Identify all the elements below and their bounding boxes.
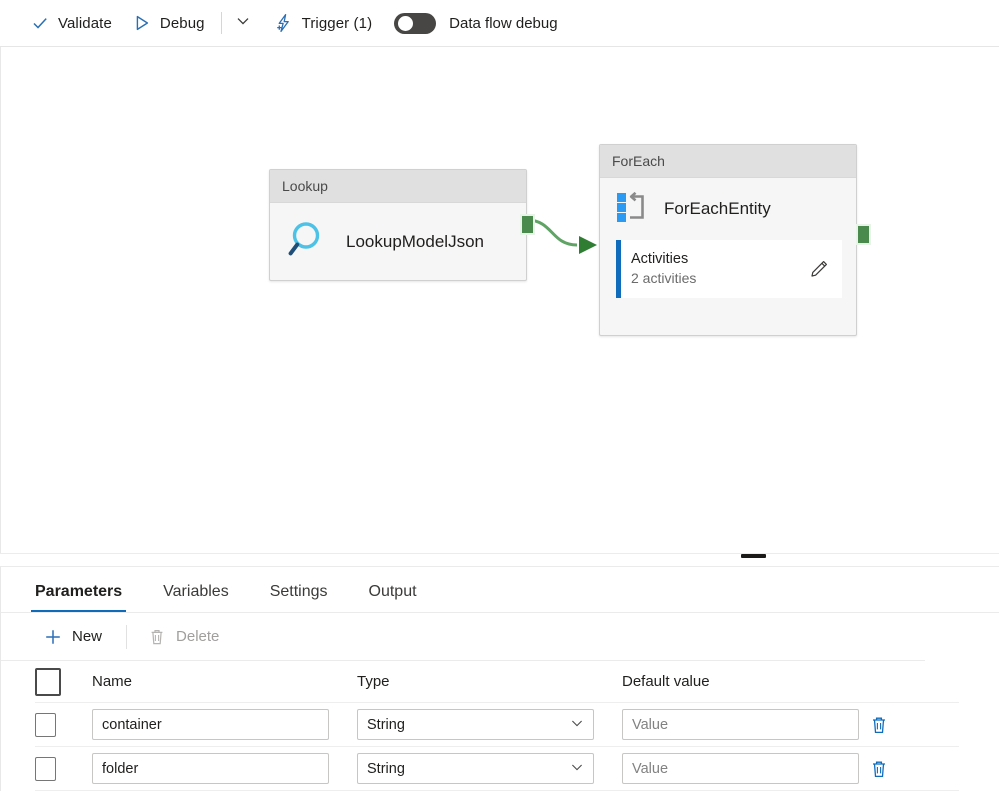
node-body: LookupModelJson (270, 203, 526, 281)
row-actions-cell (867, 757, 927, 781)
foreach-loop-icon (616, 191, 650, 228)
default-value-cell: Value (622, 709, 867, 740)
pencil-icon[interactable] (808, 258, 830, 280)
parameter-type-select[interactable]: String (357, 709, 594, 740)
parameter-name-input[interactable]: folder (92, 753, 329, 784)
node-type-label: Lookup (270, 170, 526, 203)
select-all-checkbox[interactable] (35, 667, 61, 696)
plus-icon (43, 627, 63, 647)
header-name: Name (92, 673, 133, 690)
output-handle-lookup[interactable] (520, 214, 535, 235)
header-default-value: Default value (622, 673, 710, 690)
pipeline-canvas[interactable]: Lookup LookupModelJson ForEach ForEachEn… (0, 47, 999, 553)
new-label: New (72, 628, 103, 645)
row-select-cell (35, 756, 92, 781)
activity-name-foreach: ForEachEntity (664, 199, 771, 218)
select-all-cell (35, 667, 92, 696)
command-divider (126, 624, 128, 649)
activities-count: 2 activities (631, 270, 697, 286)
parameter-default-value-input[interactable]: Value (622, 753, 859, 784)
magnifier-icon (284, 216, 332, 269)
node-type-label: ForEach (600, 145, 856, 178)
tab-variables[interactable]: Variables (159, 583, 233, 612)
panel-splitter[interactable] (0, 553, 999, 566)
adf-pipeline-authoring-page: Validate Debug Trigger (1) Data flow deb… (0, 0, 999, 791)
activities-title: Activities (631, 251, 689, 267)
tab-settings[interactable]: Settings (266, 583, 332, 612)
toolbar-divider (220, 12, 222, 34)
chevron-down-icon (570, 716, 584, 734)
data-flow-debug-label: Data flow debug (449, 14, 558, 32)
data-flow-debug-toggle[interactable]: Data flow debug (394, 12, 558, 34)
parameter-type-select[interactable]: String (357, 753, 594, 784)
activity-node-foreach[interactable]: ForEach ForEachEntity Activities 2 activ… (599, 144, 857, 336)
parameters-table: Name Type Default value container String (1, 661, 999, 791)
trigger-label: Trigger (1) (301, 14, 373, 32)
table-header-row: Name Type Default value (35, 661, 959, 703)
parameter-name-input[interactable]: container (92, 709, 329, 740)
trigger-button[interactable]: Trigger (1) (264, 7, 383, 39)
pipeline-toolbar: Validate Debug Trigger (1) Data flow deb… (0, 0, 999, 47)
debug-label: Debug (159, 14, 205, 32)
table-row: container String Value (35, 703, 959, 747)
activity-node-lookup[interactable]: Lookup LookupModelJson (269, 169, 527, 281)
delete-row-icon[interactable] (867, 713, 891, 737)
foreach-activities-card[interactable]: Activities 2 activities (616, 240, 842, 298)
toggle-off-icon[interactable] (394, 12, 437, 34)
output-handle-foreach[interactable] (856, 224, 871, 245)
row-select-cell (35, 712, 92, 737)
delete-row-icon[interactable] (867, 757, 891, 781)
type-cell: String (357, 709, 622, 740)
lightning-add-icon (274, 13, 294, 33)
row-actions-cell (867, 713, 927, 737)
trash-icon (147, 627, 167, 647)
name-cell: container (92, 709, 357, 740)
delete-parameter-button[interactable]: Delete (139, 621, 227, 653)
new-parameter-button[interactable]: New (35, 621, 110, 653)
row-checkbox[interactable] (35, 756, 56, 781)
parameter-default-value-input[interactable]: Value (622, 709, 859, 740)
validate-label: Validate (58, 14, 112, 32)
table-row: folder String Value (35, 747, 959, 791)
play-triangle-icon (132, 13, 152, 33)
row-checkbox[interactable] (35, 712, 56, 737)
parameters-command-bar: New Delete (1, 613, 925, 661)
parameter-type-value: String (367, 716, 405, 733)
type-cell: String (357, 753, 622, 784)
resize-grip[interactable] (741, 554, 766, 558)
parameter-type-value: String (367, 760, 405, 777)
default-value-cell: Value (622, 753, 867, 784)
chevron-down-icon (235, 13, 251, 34)
header-type: Type (357, 673, 390, 690)
name-cell: folder (92, 753, 357, 784)
properties-panel: Parameters Variables Settings Output New (0, 566, 999, 791)
validate-button[interactable]: Validate (20, 7, 122, 39)
node-body: ForEachEntity (600, 178, 856, 240)
tab-parameters[interactable]: Parameters (31, 583, 127, 612)
tab-output[interactable]: Output (365, 583, 421, 612)
debug-more-button[interactable] (228, 8, 258, 38)
chevron-down-icon (570, 760, 584, 778)
checkmark-icon (30, 13, 50, 33)
delete-label: Delete (176, 628, 220, 645)
debug-button[interactable]: Debug (122, 7, 215, 39)
activity-name-lookup: LookupModelJson (346, 232, 484, 251)
panel-tabs: Parameters Variables Settings Output (1, 567, 999, 613)
